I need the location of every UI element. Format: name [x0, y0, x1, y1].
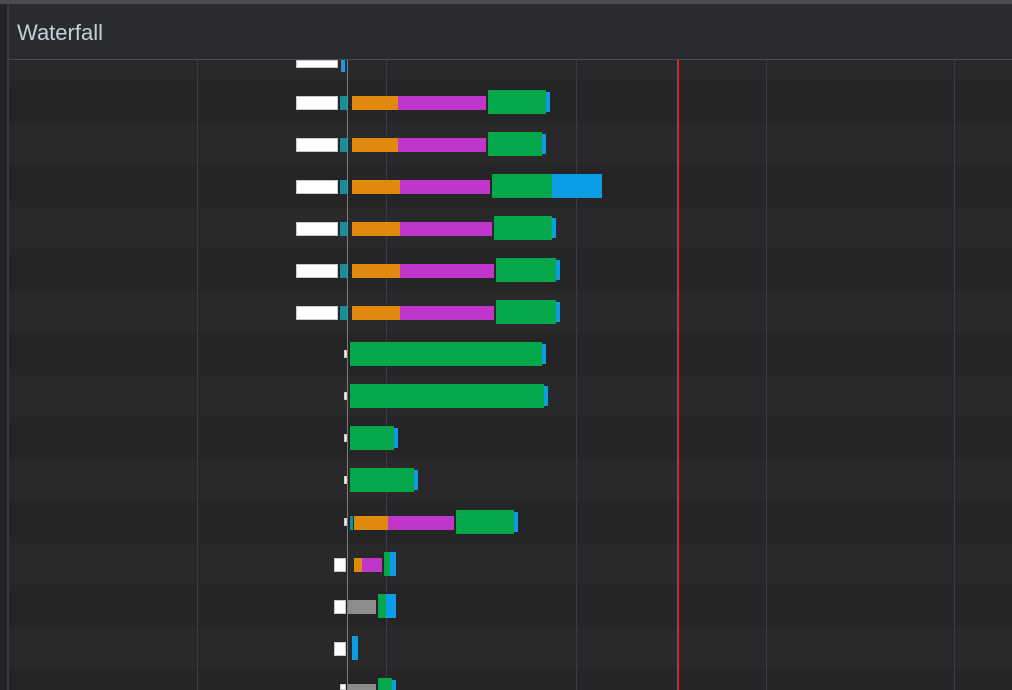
connect-segment — [352, 138, 398, 152]
waiting-segment — [378, 594, 386, 618]
waiting-segment — [496, 300, 556, 324]
stalled-segment — [334, 600, 346, 614]
download-segment — [552, 174, 602, 198]
waiting-segment — [488, 90, 546, 114]
download-segment — [544, 386, 548, 406]
waiting-segment — [350, 384, 544, 408]
queued-segment — [348, 600, 376, 614]
waterfall-column-header[interactable]: Waterfall — [9, 4, 1012, 60]
connect-segment — [354, 516, 388, 530]
table-row[interactable] — [9, 627, 1012, 669]
waiting-segment — [494, 216, 552, 240]
table-row[interactable] — [9, 459, 1012, 501]
stalled-segment — [296, 138, 338, 152]
ssl-segment — [400, 306, 494, 320]
download-segment — [514, 512, 518, 532]
download-segment — [341, 60, 345, 72]
ssl-segment — [400, 264, 494, 278]
time-gridline — [197, 60, 198, 690]
table-row[interactable] — [9, 669, 1012, 690]
table-row[interactable] — [9, 543, 1012, 585]
dns-segment — [350, 516, 353, 530]
waiting-segment — [492, 174, 552, 198]
download-segment — [546, 92, 550, 112]
download-segment — [392, 680, 396, 690]
waiting-segment — [456, 510, 514, 534]
ssl-segment — [400, 222, 492, 236]
stalled-segment — [334, 642, 346, 656]
load-event-line — [677, 60, 679, 690]
stalled-segment — [296, 60, 338, 68]
waiting-segment — [350, 468, 414, 492]
time-gridline — [954, 60, 955, 690]
stalled-segment — [340, 684, 346, 690]
download-segment — [556, 260, 560, 280]
waterfall-panel: Waterfall — [0, 0, 1012, 690]
stalled-segment — [296, 306, 338, 320]
connect-segment — [352, 222, 400, 236]
waiting-segment — [350, 342, 542, 366]
download-segment — [352, 636, 358, 660]
ssl-segment — [388, 516, 454, 530]
download-segment — [552, 218, 556, 238]
table-row[interactable] — [9, 585, 1012, 627]
download-segment — [542, 134, 546, 154]
connect-segment — [352, 306, 400, 320]
ssl-segment — [398, 138, 486, 152]
connect-segment — [352, 96, 398, 110]
ssl-segment — [400, 180, 490, 194]
waterfall-column-title: Waterfall — [17, 20, 103, 45]
time-gridline — [766, 60, 767, 690]
stalled-segment — [334, 558, 346, 572]
stalled-segment — [296, 96, 338, 110]
ssl-segment — [362, 558, 382, 572]
connect-segment — [352, 264, 400, 278]
ssl-segment — [398, 96, 486, 110]
download-segment — [386, 594, 396, 618]
download-segment — [556, 302, 560, 322]
download-segment — [394, 428, 398, 448]
download-segment — [414, 470, 418, 490]
time-gridline — [576, 60, 577, 690]
table-row[interactable] — [9, 417, 1012, 459]
waiting-segment — [378, 678, 392, 690]
connect-segment — [352, 180, 400, 194]
waiting-segment — [488, 132, 542, 156]
queued-segment — [348, 684, 376, 690]
download-segment — [542, 344, 546, 364]
table-row[interactable] — [9, 60, 1012, 81]
dom-content-loaded-line — [347, 60, 348, 690]
stalled-segment — [296, 264, 338, 278]
stalled-segment — [296, 222, 338, 236]
waiting-segment — [350, 426, 394, 450]
waiting-segment — [496, 258, 556, 282]
stalled-segment — [296, 180, 338, 194]
connect-segment — [354, 558, 362, 572]
download-segment — [390, 552, 396, 576]
